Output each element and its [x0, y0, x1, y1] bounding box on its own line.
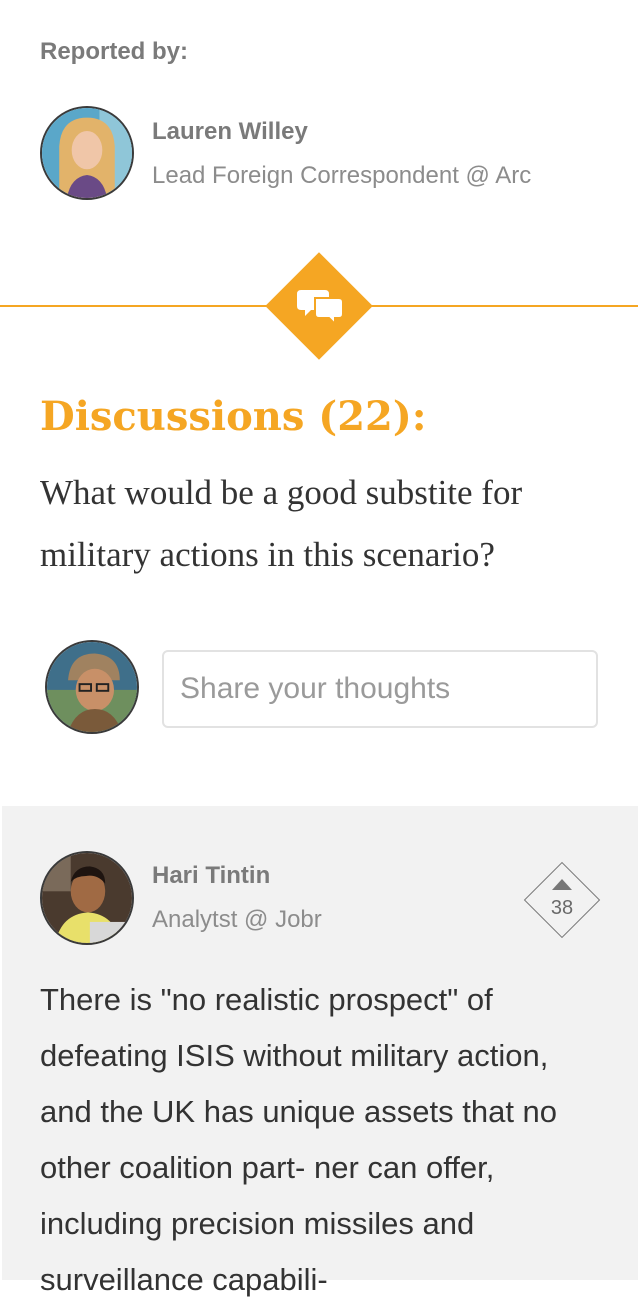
reporter-name[interactable]: Lauren Willey — [152, 118, 308, 146]
comment-body: There is "no realistic prospect" of defe… — [40, 982, 558, 1297]
share-thoughts-input[interactable] — [162, 650, 598, 728]
reported-by-label: Reported by: — [40, 38, 189, 65]
reporter-role: Lead Foreign Correspondent @ Arc — [152, 162, 532, 189]
reporter-avatar[interactable] — [40, 106, 134, 200]
chat-bubbles-icon — [297, 290, 343, 327]
commenter-role: Analytst @ Jobr — [152, 906, 322, 933]
commenter-avatar[interactable] — [40, 851, 134, 945]
commenter-name[interactable]: Hari Tintin — [152, 862, 270, 890]
discussion-question: What would be a good substite for milita… — [40, 473, 523, 574]
upvote-arrow-icon — [552, 879, 572, 890]
current-user-avatar[interactable] — [45, 640, 139, 734]
upvote-button[interactable]: 38 — [523, 861, 601, 939]
vote-count: 38 — [550, 897, 574, 919]
discussions-title: Discussions (22): — [40, 393, 427, 440]
